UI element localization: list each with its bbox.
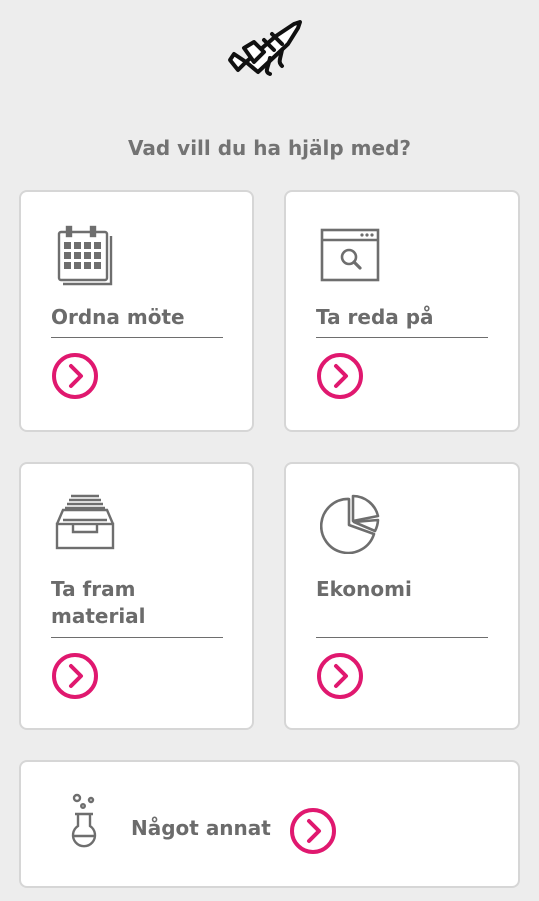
pie-chart-icon — [320, 494, 380, 554]
document-tray-icon — [55, 494, 115, 550]
card-ta-fram-material[interactable]: Ta fram material — [19, 462, 254, 730]
flask-icon — [71, 793, 97, 848]
card-title: Ta reda på — [316, 304, 488, 338]
card-title: Ta fram material — [51, 576, 223, 638]
chevron-right-circle-icon[interactable] — [316, 352, 364, 400]
chevron-right-circle-icon[interactable] — [51, 652, 99, 700]
chevron-right-circle-icon[interactable] — [289, 807, 337, 855]
browser-search-icon — [320, 228, 380, 282]
card-title: Ordna möte — [51, 304, 223, 338]
card-ekonomi[interactable]: Ekonomi — [284, 462, 520, 730]
page-question: Vad vill du ha hjälp med? — [128, 136, 411, 160]
rocket-icon — [228, 20, 302, 76]
card-nagot-annat[interactable]: Något annat — [19, 760, 520, 888]
calendar-icon — [57, 225, 113, 286]
card-title: Ekonomi — [316, 576, 488, 638]
card-ta-reda-pa[interactable]: Ta reda på — [284, 190, 520, 432]
card-title: Något annat — [131, 816, 271, 840]
chevron-right-circle-icon[interactable] — [51, 352, 99, 400]
card-ordna-mote[interactable]: Ordna möte — [19, 190, 254, 432]
chevron-right-circle-icon[interactable] — [316, 652, 364, 700]
